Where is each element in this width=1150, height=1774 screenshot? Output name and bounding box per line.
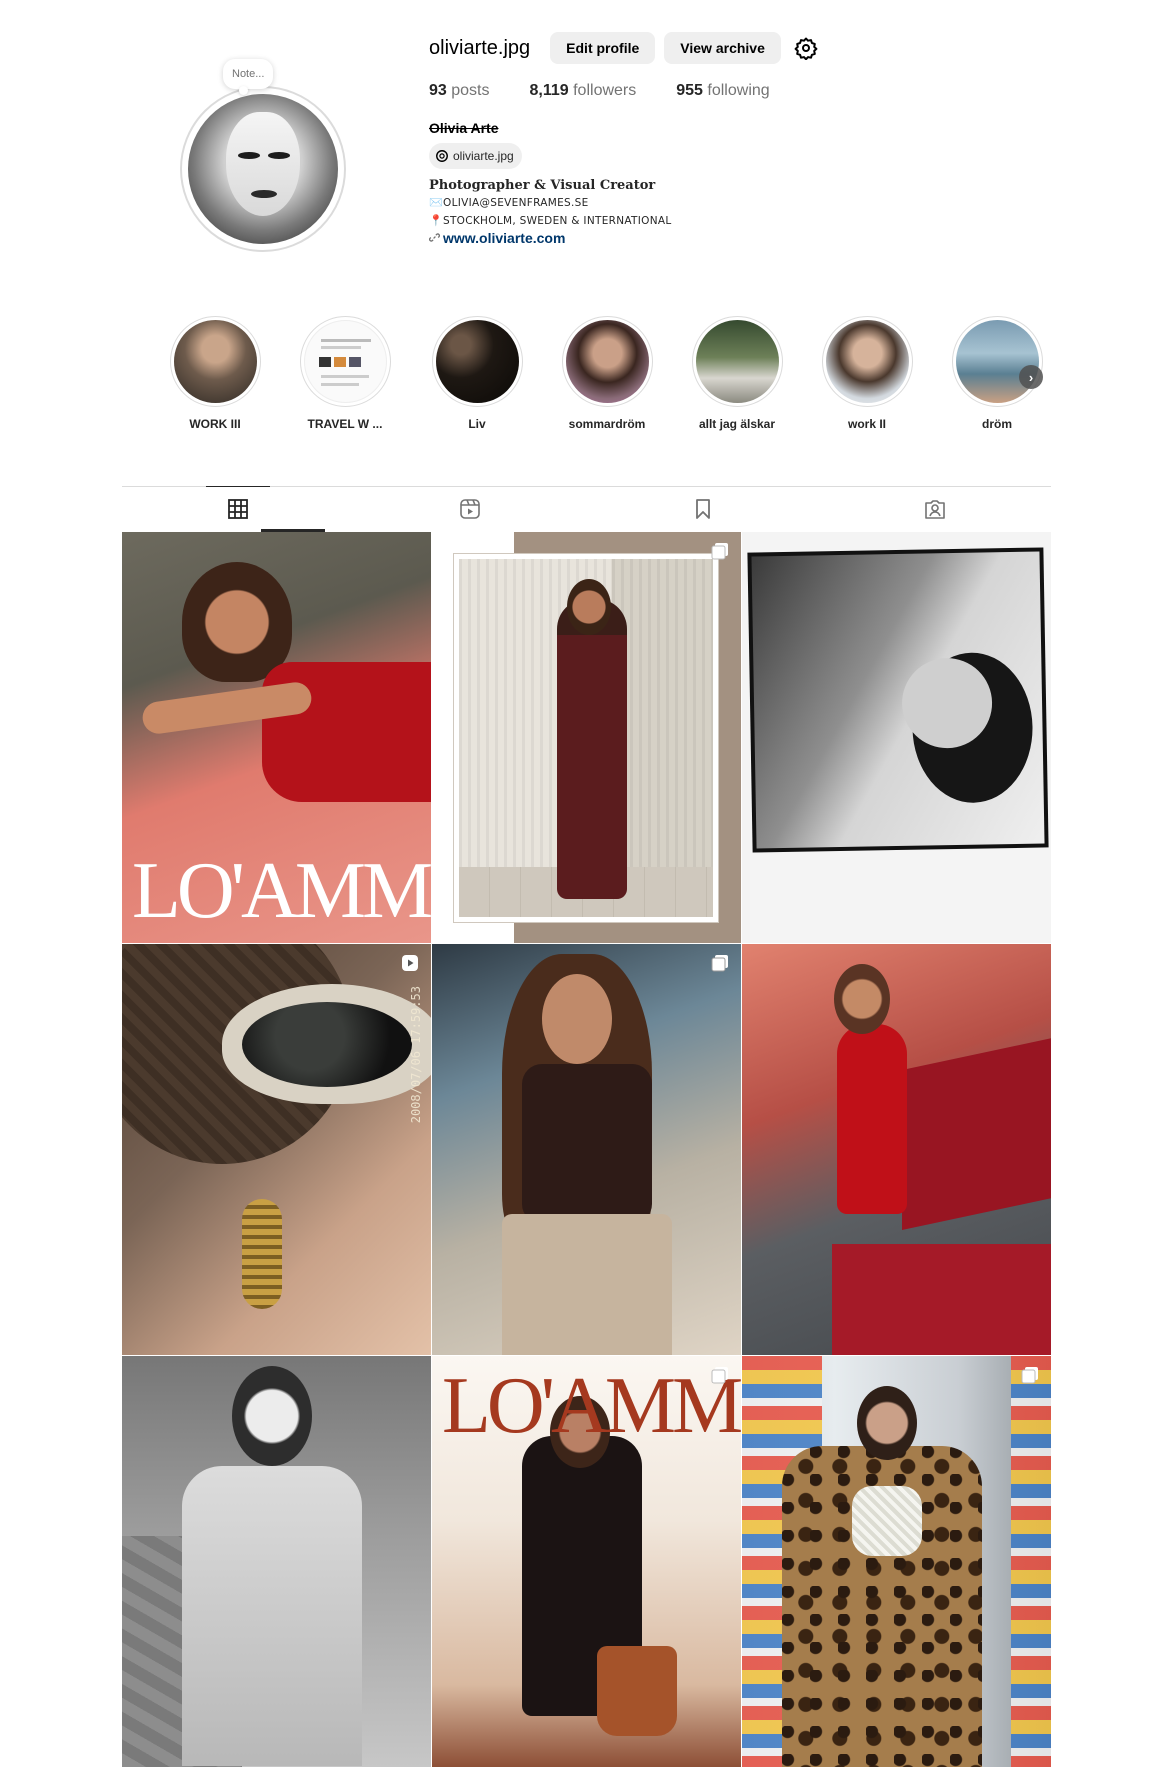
carousel-icon — [1021, 1367, 1038, 1384]
full-name: Olivia Arte — [429, 120, 499, 136]
username: oliviarte.jpg — [429, 36, 531, 59]
post-tile[interactable] — [742, 944, 1051, 1355]
tab-tagged[interactable] — [819, 487, 1051, 532]
post-tile[interactable] — [742, 1356, 1051, 1767]
highlight-label: TRAVEL W ... — [307, 417, 383, 431]
post-tile[interactable] — [432, 944, 741, 1355]
threads-handle: oliviarte.jpg — [453, 149, 514, 163]
story-highlights: WORK III TRAVEL W ... Liv sommardröm all… — [160, 316, 1043, 434]
followers-link[interactable]: 8,119 followers — [530, 82, 637, 100]
highlight-label: allt jag älskar — [698, 417, 776, 431]
tab-reels[interactable] — [354, 487, 586, 532]
highlight-label: Liv — [468, 417, 486, 431]
bio-email: OLIVIA@SEVENFRAMES.SE — [443, 197, 589, 209]
post-wordmark: LO'AMMI — [132, 847, 431, 935]
highlight-label: work II — [847, 417, 886, 431]
tab-saved[interactable] — [587, 487, 819, 532]
highlight-sommardrom[interactable]: sommardröm — [552, 316, 662, 431]
carousel-icon — [711, 1367, 728, 1384]
threads-badge[interactable]: oliviarte.jpg — [429, 143, 522, 169]
settings-gear-icon[interactable] — [794, 36, 818, 60]
post-tile[interactable]: 2008/07/06 17:59:53 — [122, 944, 431, 1355]
bio-title: Photographer & Visual Creator — [429, 178, 656, 193]
reel-icon — [402, 955, 418, 971]
grid-icon — [228, 499, 249, 519]
profile-stats: 93 posts 8,119 followers 955 following — [429, 82, 1069, 100]
post-tile[interactable]: LO'AMMI — [432, 1356, 741, 1767]
pin-icon: 📍 — [429, 214, 443, 227]
tab-posts[interactable] — [122, 487, 354, 532]
post-tile[interactable]: LO'AMMI — [122, 532, 431, 943]
posts-grid: LO'AMMI 2008/07/06 17:59:53 LO'AMMI — [122, 532, 1051, 1767]
profile-avatar-ring[interactable] — [180, 86, 346, 252]
highlight-label: dröm — [982, 417, 1012, 431]
view-archive-button[interactable]: View archive — [664, 32, 781, 64]
posts-count: 93 posts — [429, 82, 490, 99]
profile-avatar[interactable] — [188, 94, 338, 244]
bookmark-icon — [695, 499, 710, 519]
carousel-icon — [711, 955, 728, 972]
highlight-liv[interactable]: Liv — [422, 316, 532, 431]
bio-location: STOCKHOLM, SWEDEN & INTERNATIONAL — [443, 215, 672, 227]
link-icon — [429, 231, 443, 248]
threads-icon — [436, 150, 448, 162]
highlight-travel-w[interactable]: TRAVEL W ... — [290, 316, 400, 431]
envelope-icon: ✉️ — [429, 196, 443, 209]
highlight-work-ii[interactable]: work II — [812, 316, 922, 431]
tagged-icon — [925, 500, 945, 519]
carousel-icon — [711, 543, 728, 560]
highlight-label: sommardröm — [568, 417, 646, 431]
chevron-right-icon[interactable]: › — [1019, 365, 1043, 389]
post-tile[interactable] — [122, 1356, 431, 1767]
post-tile[interactable] — [742, 532, 1051, 943]
profile-tabs — [122, 486, 1051, 532]
profile-info: oliviarte.jpg Edit profile View archive … — [429, 30, 1069, 248]
website-link[interactable]: www.oliviarte.com — [443, 230, 565, 246]
bio: Photographer & Visual Creator ✉️OLIVIA@S… — [429, 177, 1069, 248]
post-tile[interactable] — [432, 532, 741, 943]
edit-profile-button[interactable]: Edit profile — [550, 32, 656, 64]
post-wordmark: LO'AMMI — [442, 1362, 741, 1450]
note-bubble[interactable]: Note... — [223, 59, 274, 95]
following-link[interactable]: 955 following — [676, 82, 769, 100]
highlight-label: WORK III — [189, 417, 241, 431]
highlight-allt-jag-alskar[interactable]: allt jag älskar — [682, 316, 792, 431]
reels-icon — [460, 499, 481, 519]
highlight-work-iii[interactable]: WORK III — [160, 316, 270, 431]
date-stamp: 2008/07/06 17:59:53 — [409, 986, 423, 1124]
